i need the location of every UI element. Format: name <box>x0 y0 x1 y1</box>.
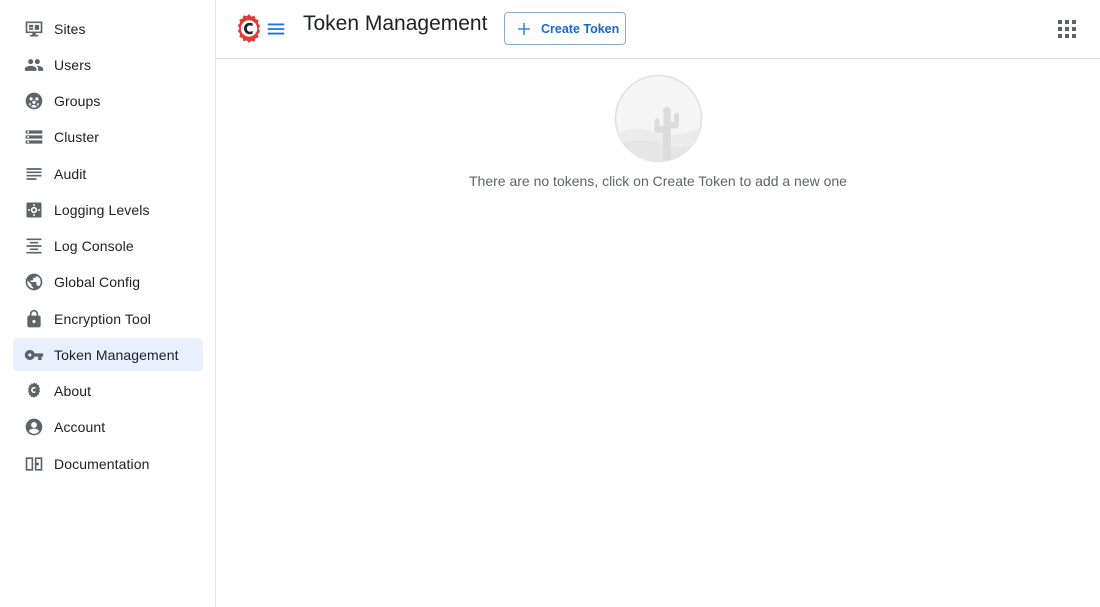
sidebar-item-documentation[interactable]: Documentation <box>13 447 203 480</box>
sidebar-item-label: Token Management <box>54 346 179 363</box>
sidebar-item-label: Sites <box>54 20 86 37</box>
empty-cactus-illustration <box>614 74 703 163</box>
logging-levels-icon <box>23 199 45 221</box>
c-gear-logo <box>235 13 263 44</box>
sidebar-item-label: Groups <box>54 93 101 109</box>
sidebar-item-log-console[interactable]: Log Console <box>13 230 203 263</box>
audit-icon <box>23 163 45 185</box>
sidebar-item-audit[interactable]: Audit <box>13 157 203 190</box>
sidebar: Sites Users Groups Cluster Audit Logging… <box>0 0 216 607</box>
account-icon <box>23 416 45 438</box>
globe-icon <box>23 271 45 293</box>
sidebar-item-label: Log Console <box>54 238 134 254</box>
sidebar-item-encryption-tool[interactable]: Encryption Tool <box>13 302 203 335</box>
key-icon <box>23 344 45 366</box>
sidebar-item-token-management[interactable]: Token Management <box>13 338 203 372</box>
sidebar-item-label: Documentation <box>54 455 150 472</box>
apps-grid-icon[interactable] <box>1058 20 1076 38</box>
sidebar-item-logging-levels[interactable]: Logging Levels <box>13 193 203 226</box>
sidebar-item-label: Account <box>54 419 106 436</box>
create-token-label: Create Token <box>541 21 620 36</box>
sidebar-item-label: Cluster <box>54 129 100 146</box>
sidebar-nav: Sites Users Groups Cluster Audit Logging… <box>13 12 203 483</box>
sites-icon <box>23 18 45 40</box>
groups-icon <box>23 90 45 112</box>
lock-icon <box>23 308 45 330</box>
cluster-icon <box>23 126 45 148</box>
log-console-icon <box>23 235 45 257</box>
sidebar-item-label: Encryption Tool <box>54 310 151 327</box>
create-token-button[interactable]: Create Token <box>504 12 626 45</box>
about-icon <box>23 380 45 402</box>
users-icon <box>23 54 45 76</box>
sidebar-item-account[interactable]: Account <box>13 411 203 444</box>
sidebar-item-users[interactable]: Users <box>13 48 203 81</box>
sidebar-item-label: Users <box>54 56 92 73</box>
sidebar-item-groups[interactable]: Groups <box>13 85 203 118</box>
sidebar-item-cluster[interactable]: Cluster <box>13 121 203 154</box>
sidebar-item-sites[interactable]: Sites <box>13 12 203 45</box>
sidebar-item-label: Audit <box>54 165 87 182</box>
sidebar-item-global-config[interactable]: Global Config <box>13 266 203 299</box>
sidebar-item-label: About <box>54 383 92 399</box>
page-title: Token Management <box>303 12 488 35</box>
plus-icon <box>518 22 530 35</box>
documentation-icon <box>23 453 45 475</box>
hamburger-menu-icon[interactable] <box>265 18 287 40</box>
top-bar: Token Management Create Token <box>216 0 1100 59</box>
empty-state-message: There are no tokens, click on Create Tok… <box>469 173 847 189</box>
sidebar-item-about[interactable]: About <box>13 375 203 408</box>
sidebar-item-label: Global Config <box>54 274 141 291</box>
sidebar-item-label: Logging Levels <box>54 201 150 218</box>
